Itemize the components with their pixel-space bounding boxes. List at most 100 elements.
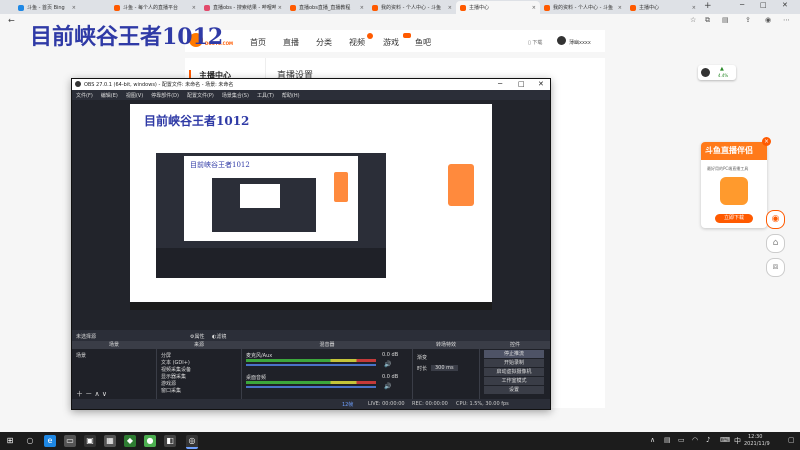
nav-live[interactable]: 直播 xyxy=(283,37,299,48)
share-icon[interactable]: ⇪ xyxy=(745,16,751,24)
home-icon[interactable]: ⌂ xyxy=(766,234,785,253)
network-icon[interactable]: ▤ xyxy=(664,436,671,444)
menu-tools[interactable]: 工具(T) xyxy=(257,92,274,99)
menu-scene-collection[interactable]: 场景集合(S) xyxy=(222,92,249,99)
studio-mode-button[interactable]: 工作室模式 xyxy=(484,377,544,385)
obs-source-toolbar: 未选择源 ⚙属性 ◐滤镜 xyxy=(72,331,550,341)
clock-date[interactable]: 2021/11/9 xyxy=(744,441,770,447)
filters-button[interactable]: ◐滤镜 xyxy=(212,333,226,340)
app-icon[interactable]: ● xyxy=(144,435,156,447)
speaker-icon[interactable]: 🔊 xyxy=(384,361,391,368)
keyboard-icon[interactable]: ⌨ xyxy=(720,436,730,444)
close-icon[interactable]: × xyxy=(618,5,622,11)
wifi-icon[interactable]: ◠ xyxy=(692,436,698,444)
browser-tab[interactable]: 我的资料 - 个人中心 - 斗鱼 × xyxy=(540,1,626,14)
obs-preview[interactable]: 目前峡谷王者1012 目前峡谷王者1012 xyxy=(72,100,550,330)
source-item[interactable]: 文本 (GDI+) xyxy=(161,359,190,366)
obs-taskbar-icon[interactable]: ◎ xyxy=(186,435,198,449)
properties-button[interactable]: ⚙属性 xyxy=(190,333,205,340)
profile-icon[interactable]: ◉ xyxy=(765,16,771,24)
browser-tab-active[interactable]: 主播中心 × xyxy=(456,1,540,14)
extensions-icon[interactable]: ⧉ xyxy=(705,16,710,25)
source-item[interactable]: 显示器采集 xyxy=(161,373,186,380)
collections-icon[interactable]: ▤ xyxy=(722,16,729,24)
browser-tab[interactable]: 直播obs - 搜索结果 - 哔哩哔哩 × xyxy=(200,1,286,14)
close-icon[interactable]: ✕ xyxy=(538,80,544,88)
browser-tab[interactable]: 我的资料 - 个人中心 - 斗鱼 × xyxy=(368,1,456,14)
more-icon[interactable]: ⋯ xyxy=(783,16,790,24)
browser-tab[interactable]: 斗鱼 - 首页 Bing × xyxy=(14,1,80,14)
ime-icon[interactable]: 中 xyxy=(734,436,741,446)
close-icon[interactable]: × xyxy=(532,5,536,11)
close-icon[interactable]: × xyxy=(72,5,76,11)
source-item[interactable]: 视频采集设备 xyxy=(161,366,191,373)
stop-streaming-button[interactable]: 停止推流 xyxy=(484,350,544,358)
back-icon[interactable]: ← xyxy=(8,16,15,25)
source-item[interactable]: 分屏 xyxy=(161,352,171,359)
maximize-icon[interactable]: □ xyxy=(760,1,767,9)
windows-start-icon[interactable]: ⊞ xyxy=(4,435,16,447)
browser-tab[interactable]: 斗鱼 - 每个人的直播平台 × xyxy=(110,1,200,14)
volume-icon[interactable]: ♪ xyxy=(706,436,710,444)
promo-card[interactable]: 斗鱼直播伴侣 最好用的PC端直播工具 立即下载 xyxy=(701,142,767,228)
nav-home[interactable]: 首页 xyxy=(250,37,266,48)
minimize-icon[interactable]: ─ xyxy=(740,1,744,9)
menu-profile[interactable]: 配置文件(P) xyxy=(187,92,214,99)
promo-download-button[interactable]: 立即下载 xyxy=(715,214,753,223)
source-item[interactable]: 游戏源 xyxy=(161,380,176,387)
battery-icon[interactable]: ▭ xyxy=(678,436,685,444)
maximize-icon[interactable]: □ xyxy=(518,80,525,88)
close-icon[interactable]: × xyxy=(192,5,196,11)
nav-fishbar[interactable]: 鱼吧 xyxy=(415,37,431,48)
desktop-volume-slider[interactable] xyxy=(246,386,376,388)
close-icon[interactable]: × xyxy=(360,5,364,11)
browser-tab[interactable]: 主播中心 × xyxy=(626,1,700,14)
scene-controls[interactable]: ＋ － ∧ ∨ xyxy=(76,389,107,399)
menu-file[interactable]: 文件(F) xyxy=(76,92,93,99)
settings-button[interactable]: 设置 xyxy=(484,386,544,394)
menu-help[interactable]: 帮助(H) xyxy=(282,92,300,99)
nav-games[interactable]: 游戏 xyxy=(383,37,399,48)
close-window-icon[interactable]: ✕ xyxy=(782,1,788,9)
download-link[interactable]: ▯ 下载 xyxy=(528,39,542,46)
close-icon[interactable]: × xyxy=(448,5,452,11)
file-explorer-icon[interactable]: ▭ xyxy=(64,435,76,447)
transition-mode[interactable]: 渐变 xyxy=(417,354,427,361)
promo-close-icon[interactable]: × xyxy=(762,137,771,146)
menu-edit[interactable]: 编辑(E) xyxy=(101,92,118,99)
duration-input[interactable]: 300 ms xyxy=(431,365,458,371)
clock-time[interactable]: 12:30 xyxy=(748,434,762,440)
search-icon[interactable]: ○ xyxy=(24,435,36,447)
nav-video[interactable]: 视频 xyxy=(349,37,365,48)
nav-category[interactable]: 分类 xyxy=(316,37,332,48)
virtual-camera-button[interactable]: 启动虚拟摄像机 xyxy=(484,368,544,376)
browser-tab[interactable]: 直播obs直播_直播教程 × xyxy=(286,1,368,14)
avatar[interactable] xyxy=(557,36,566,45)
app-icon[interactable]: ▣ xyxy=(84,435,96,447)
scene-item[interactable]: 场景 xyxy=(76,352,86,359)
favorites-icon[interactable]: ☆ xyxy=(690,16,696,24)
source-item[interactable]: 窗口采集 xyxy=(161,387,181,394)
preview-canvas[interactable]: 目前峡谷王者1012 目前峡谷王者1012 xyxy=(130,104,492,310)
username[interactable]: 薄幽xxxx xyxy=(569,39,591,46)
app-icon[interactable]: ◧ xyxy=(164,435,176,447)
mic-volume-slider[interactable] xyxy=(246,364,376,366)
menu-docks[interactable]: 停靠部件(D) xyxy=(151,92,179,99)
close-icon[interactable]: × xyxy=(278,5,282,11)
new-tab-button[interactable]: + xyxy=(704,1,712,11)
menu-view[interactable]: 视图(V) xyxy=(126,92,143,99)
floating-stat-badge[interactable]: 4.4% ▲ xyxy=(698,65,736,80)
close-icon[interactable]: × xyxy=(692,5,696,11)
tab-favicon-icon xyxy=(372,4,378,11)
speaker-icon[interactable]: 🔊 xyxy=(384,383,391,390)
edge-icon[interactable]: e xyxy=(44,435,56,447)
app-icon[interactable]: ▦ xyxy=(104,435,116,447)
start-recording-button[interactable]: 开始录制 xyxy=(484,359,544,367)
promo-app-icon xyxy=(720,177,748,205)
side-live-icon[interactable]: ◉ xyxy=(766,210,785,229)
app-icon[interactable]: ⧈ xyxy=(766,258,785,277)
app-icon[interactable]: ◆ xyxy=(124,435,136,447)
minimize-icon[interactable]: ─ xyxy=(498,80,502,88)
notification-icon[interactable]: ▢ xyxy=(788,436,795,444)
tray-up-icon[interactable]: ∧ xyxy=(650,436,655,444)
